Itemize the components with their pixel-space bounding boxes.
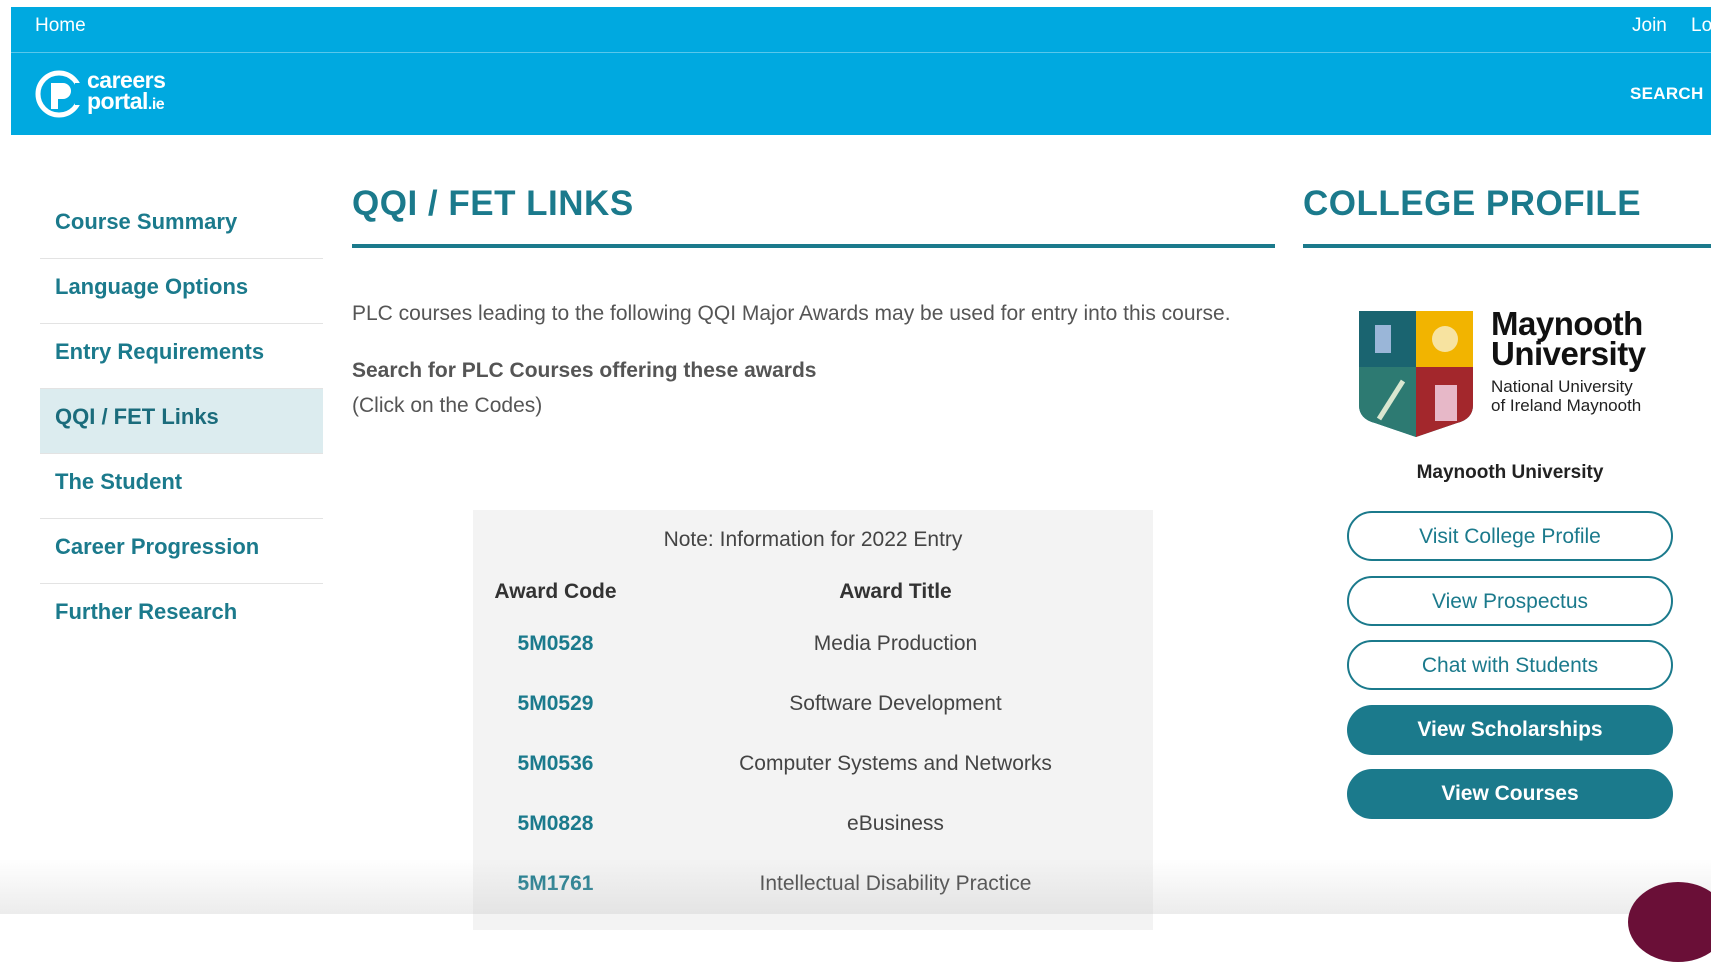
sidebar-item-entry-requirements[interactable]: Entry Requirements	[40, 324, 323, 389]
careers-portal-logo-icon	[35, 70, 85, 118]
table-row: 5M1761 Intellectual Disability Practice	[473, 854, 1153, 914]
award-title-cell: Software Development	[789, 692, 1002, 715]
college-name: Maynooth University	[1416, 462, 1604, 483]
join-link[interactable]: Join	[1632, 15, 1667, 37]
careers-portal-logo[interactable]: careers portal.ie	[35, 63, 185, 125]
university-crest-icon	[1359, 311, 1473, 437]
award-code-link[interactable]: 5M1761	[518, 872, 594, 895]
award-title-cell: Intellectual Disability Practice	[759, 872, 1032, 895]
award-title-cell: Media Production	[813, 632, 978, 655]
award-code-cell: 5M0529	[473, 674, 638, 734]
award-code-link[interactable]: 5M0529	[518, 692, 594, 715]
table-row: 5M0828 eBusiness	[473, 794, 1153, 854]
maynooth-logo: Maynooth University National University …	[1357, 307, 1657, 439]
chat-widget-button[interactable]	[1628, 882, 1711, 962]
chat-with-students-button[interactable]: Chat with Students	[1347, 640, 1673, 690]
entry-note: Note: Information for 2022 Entry	[663, 528, 963, 551]
home-link[interactable]: Home	[35, 15, 86, 37]
award-code-cell: 5M0536	[473, 734, 638, 794]
college-profile-panel: COLLEGE PROFILE Maynooth University Nati…	[1303, 184, 1711, 819]
course-sidebar-nav: Course Summary Language Options Entry Re…	[40, 194, 323, 649]
login-link[interactable]: Lo	[1691, 15, 1711, 37]
award-code-link[interactable]: 5M0528	[518, 632, 594, 655]
college-profile-title: COLLEGE PROFILE	[1303, 184, 1711, 248]
award-title-header: Award Title	[839, 580, 952, 603]
table-row: 5M0536 Computer Systems and Networks	[473, 734, 1153, 794]
view-prospectus-button[interactable]: View Prospectus	[1347, 576, 1673, 626]
award-code-header: Award Code	[494, 580, 617, 603]
main-content: QQI / FET LINKS PLC courses leading to t…	[352, 184, 1275, 423]
logo-subtitle-line2: of Ireland Maynooth	[1491, 396, 1642, 415]
table-row: 5M0528 Media Production	[473, 614, 1153, 674]
intro-text: PLC courses leading to the following QQI…	[352, 302, 1231, 325]
logo-tld: .ie	[147, 96, 165, 113]
click-hint: (Click on the Codes)	[352, 394, 543, 417]
sidebar-item-career-progression[interactable]: Career Progression	[40, 519, 323, 584]
logo-word-portal: portal.ie	[87, 88, 165, 116]
logo-word-portal-text: portal	[87, 88, 148, 114]
search-link[interactable]: SEARCH	[1630, 84, 1704, 104]
view-scholarships-button[interactable]: View Scholarships	[1347, 705, 1673, 755]
award-title-cell: eBusiness	[847, 812, 944, 835]
page-title: QQI / FET LINKS	[352, 184, 1275, 248]
award-code-link[interactable]: 5M0828	[518, 812, 594, 835]
award-code-cell: 5M0528	[473, 614, 638, 674]
table-header-row: Award Code Award Title	[473, 570, 1153, 614]
sidebar-item-the-student[interactable]: The Student	[40, 454, 323, 519]
awards-panel: Note: Information for 2022 Entry Award C…	[473, 510, 1153, 930]
view-courses-button[interactable]: View Courses	[1347, 769, 1673, 819]
table-row: 5M0529 Software Development	[473, 674, 1153, 734]
award-code-cell: 5M0828	[473, 794, 638, 854]
visit-college-profile-button[interactable]: Visit College Profile	[1347, 511, 1673, 561]
award-title-cell: Computer Systems and Networks	[739, 752, 1052, 775]
sidebar-item-further-research[interactable]: Further Research	[40, 584, 323, 649]
logo-subtitle-line1: National University	[1491, 377, 1633, 396]
site-header: Home Join Lo careers portal.ie SEARCH	[11, 7, 1711, 135]
awards-table: Award Code Award Title 5M0528 Media Prod…	[473, 570, 1153, 914]
award-code-cell: 5M1761	[473, 854, 638, 914]
logo-name-line2: University	[1491, 335, 1646, 372]
search-heading: Search for PLC Courses offering these aw…	[352, 359, 817, 382]
sidebar-item-course-summary[interactable]: Course Summary	[40, 194, 323, 259]
sidebar-item-qqi-fet-links[interactable]: QQI / FET Links	[40, 389, 323, 454]
award-code-link[interactable]: 5M0536	[518, 752, 594, 775]
sidebar-item-language-options[interactable]: Language Options	[40, 259, 323, 324]
header-divider	[11, 52, 1711, 53]
